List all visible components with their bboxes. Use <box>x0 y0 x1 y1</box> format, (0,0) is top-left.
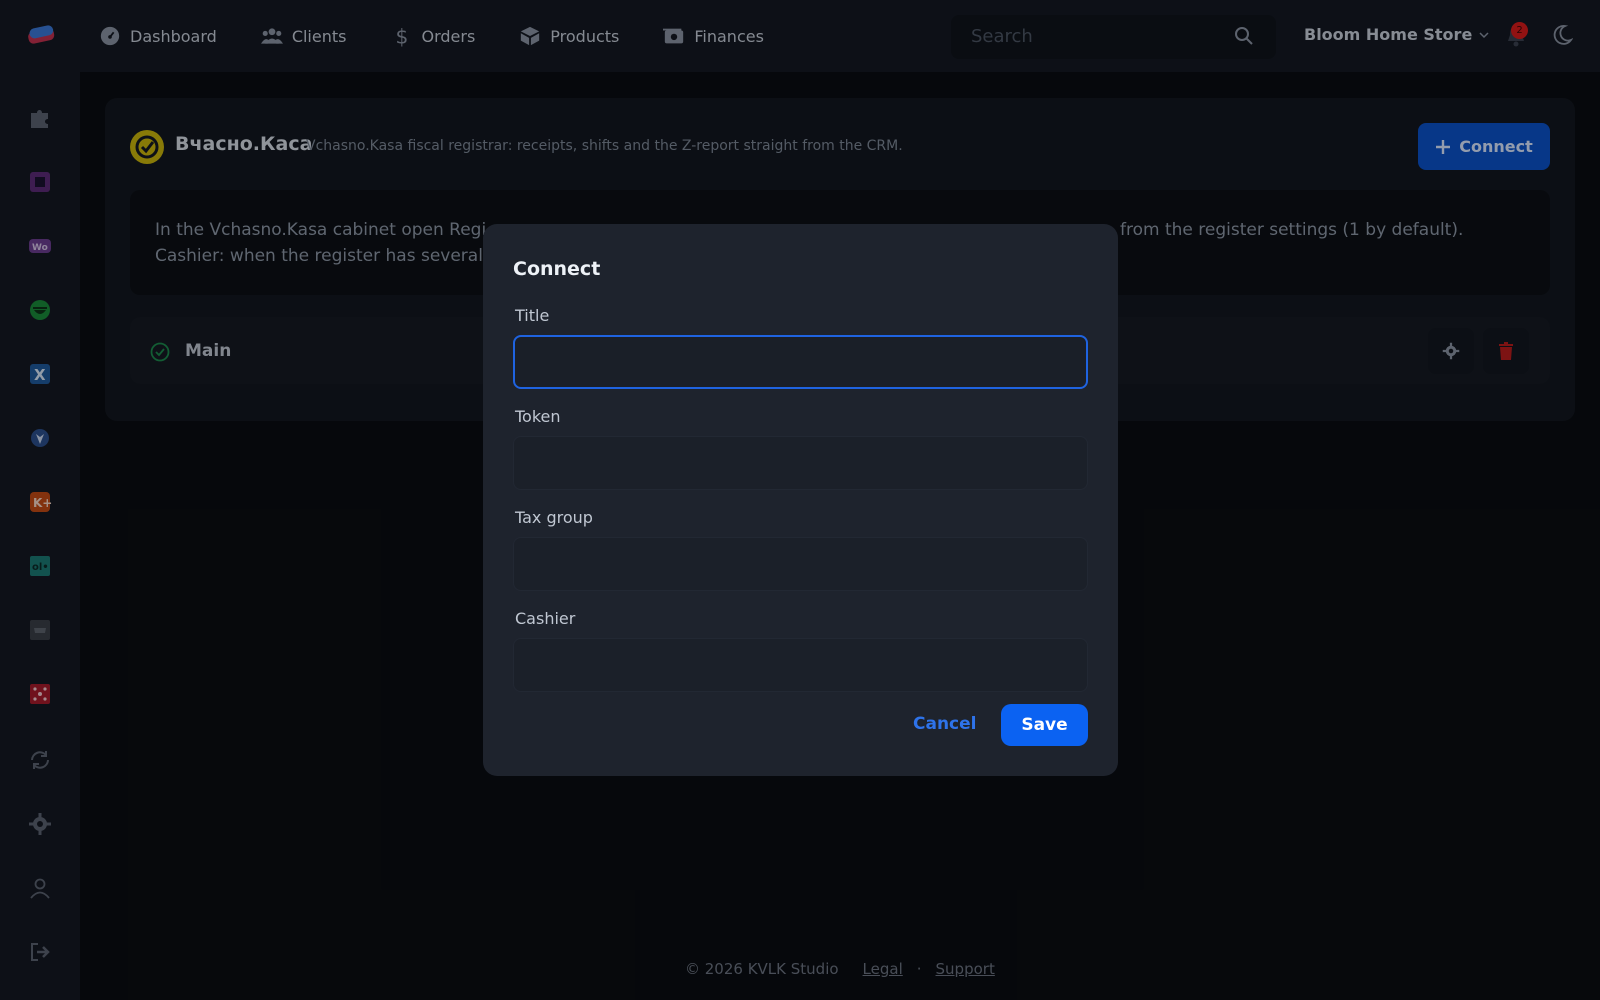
tax-group-input[interactable] <box>513 537 1088 591</box>
modal-title: Connect <box>513 258 601 280</box>
save-button[interactable]: Save <box>1001 704 1088 746</box>
connect-modal: Connect Title Token Tax group Cashier Ca… <box>483 224 1118 776</box>
title-field-label: Title <box>515 306 550 325</box>
tax-group-field-label: Tax group <box>515 508 593 527</box>
token-input[interactable] <box>513 436 1088 490</box>
cancel-button[interactable]: Cancel <box>913 714 976 734</box>
token-field-label: Token <box>515 407 561 426</box>
title-input[interactable] <box>513 335 1088 389</box>
cashier-input[interactable] <box>513 638 1088 692</box>
cashier-field-label: Cashier <box>515 609 576 628</box>
